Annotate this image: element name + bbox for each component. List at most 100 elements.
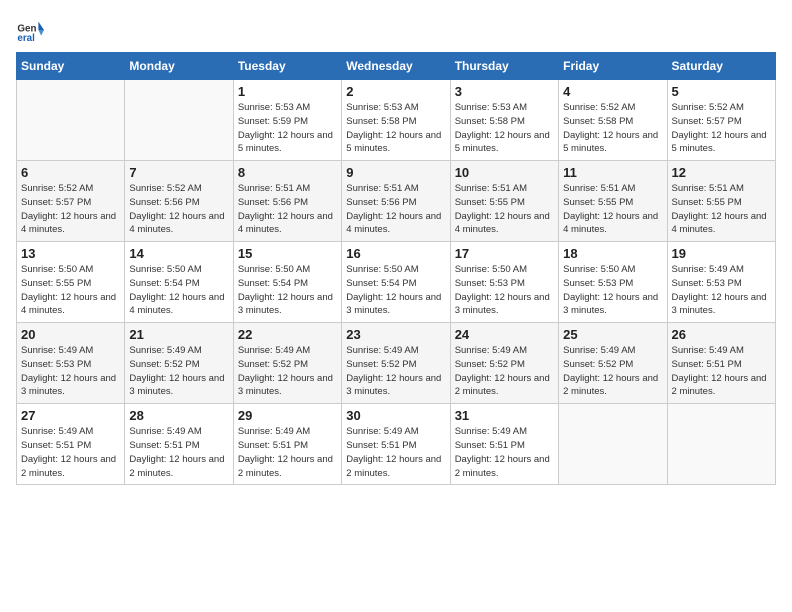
logo: Gen eral <box>16 16 48 44</box>
day-number: 13 <box>21 246 120 261</box>
day-info: Sunrise: 5:53 AM Sunset: 5:59 PM Dayligh… <box>238 101 337 156</box>
calendar-cell: 7Sunrise: 5:52 AM Sunset: 5:56 PM Daylig… <box>125 161 233 242</box>
calendar-cell: 28 Sunrise: 5:49 AM Sunset: 5:51 PM Dayli… <box>125 404 233 485</box>
day-info: Sunrise: 5:50 AM Sunset: 5:54 PM Dayligh… <box>346 263 445 318</box>
calendar-week-row: 13 Sunrise: 5:50 AM Sunset: 5:55 PM Dayli… <box>17 242 776 323</box>
day-info: Sunrise: 5:53 AM Sunset: 5:58 PM Dayligh… <box>455 101 554 156</box>
day-number: 8 <box>238 165 337 180</box>
calendar-week-row: 1 Sunrise: 5:53 AM Sunset: 5:59 PM Daylig… <box>17 80 776 161</box>
calendar-cell: 10Sunrise: 5:51 AM Sunset: 5:55 PM Dayli… <box>450 161 558 242</box>
day-info: Sunrise: 5:49 AM Sunset: 5:51 PM Dayligh… <box>346 425 445 480</box>
day-info: Sunrise: 5:50 AM Sunset: 5:55 PM Dayligh… <box>21 263 120 318</box>
calendar-cell: 31 Sunrise: 5:49 AM Sunset: 5:51 PM Dayli… <box>450 404 558 485</box>
day-number: 26 <box>672 327 771 342</box>
calendar-cell: 12 Sunrise: 5:51 AM Sunset: 5:55 PM Dayli… <box>667 161 775 242</box>
calendar-cell: 4 Sunrise: 5:52 AM Sunset: 5:58 PM Daylig… <box>559 80 667 161</box>
day-info: Sunrise: 5:51 AM Sunset: 5:55 PM Dayligh… <box>563 182 662 237</box>
day-info: Sunrise: 5:51 AM Sunset: 5:55 PM Dayligh… <box>672 182 771 237</box>
calendar-cell: 26 Sunrise: 5:49 AM Sunset: 5:51 PM Dayli… <box>667 323 775 404</box>
day-info: Sunrise: 5:50 AM Sunset: 5:53 PM Dayligh… <box>455 263 554 318</box>
day-info: Sunrise: 5:50 AM Sunset: 5:53 PM Dayligh… <box>563 263 662 318</box>
day-header-thursday: Thursday <box>450 53 558 80</box>
day-number: 12 <box>672 165 771 180</box>
day-number: 25 <box>563 327 662 342</box>
calendar-cell: 11 Sunrise: 5:51 AM Sunset: 5:55 PM Dayli… <box>559 161 667 242</box>
calendar-cell: 14 Sunrise: 5:50 AM Sunset: 5:54 PM Dayli… <box>125 242 233 323</box>
calendar-cell: 3 Sunrise: 5:53 AM Sunset: 5:58 PM Daylig… <box>450 80 558 161</box>
day-number: 6 <box>21 165 120 180</box>
calendar-cell <box>17 80 125 161</box>
day-number: 3 <box>455 84 554 99</box>
day-header-monday: Monday <box>125 53 233 80</box>
calendar-cell: 22 Sunrise: 5:49 AM Sunset: 5:52 PM Dayli… <box>233 323 341 404</box>
day-number: 2 <box>346 84 445 99</box>
day-number: 30 <box>346 408 445 423</box>
day-number: 20 <box>21 327 120 342</box>
day-info: Sunrise: 5:49 AM Sunset: 5:52 PM Dayligh… <box>238 344 337 399</box>
day-info: Sunrise: 5:51 AM Sunset: 5:56 PM Dayligh… <box>346 182 445 237</box>
calendar-table: SundayMondayTuesdayWednesdayThursdayFrid… <box>16 52 776 485</box>
day-info: Sunrise: 5:50 AM Sunset: 5:54 PM Dayligh… <box>238 263 337 318</box>
day-info: Sunrise: 5:49 AM Sunset: 5:52 PM Dayligh… <box>455 344 554 399</box>
day-info: Sunrise: 5:49 AM Sunset: 5:52 PM Dayligh… <box>563 344 662 399</box>
day-number: 31 <box>455 408 554 423</box>
day-info: Sunrise: 5:49 AM Sunset: 5:51 PM Dayligh… <box>672 344 771 399</box>
calendar-cell: 25 Sunrise: 5:49 AM Sunset: 5:52 PM Dayli… <box>559 323 667 404</box>
calendar-cell: 17 Sunrise: 5:50 AM Sunset: 5:53 PM Dayli… <box>450 242 558 323</box>
calendar-cell: 15 Sunrise: 5:50 AM Sunset: 5:54 PM Dayli… <box>233 242 341 323</box>
day-header-sunday: Sunday <box>17 53 125 80</box>
calendar-cell: 29 Sunrise: 5:49 AM Sunset: 5:51 PM Dayli… <box>233 404 341 485</box>
day-info: Sunrise: 5:52 AM Sunset: 5:57 PM Dayligh… <box>21 182 120 237</box>
day-number: 24 <box>455 327 554 342</box>
day-number: 17 <box>455 246 554 261</box>
calendar-header-row: SundayMondayTuesdayWednesdayThursdayFrid… <box>17 53 776 80</box>
logo-icon: Gen eral <box>16 16 44 44</box>
day-number: 18 <box>563 246 662 261</box>
day-number: 7 <box>129 165 228 180</box>
calendar-week-row: 6 Sunrise: 5:52 AM Sunset: 5:57 PM Daylig… <box>17 161 776 242</box>
day-number: 22 <box>238 327 337 342</box>
calendar-cell <box>667 404 775 485</box>
day-number: 4 <box>563 84 662 99</box>
calendar-cell: 20 Sunrise: 5:49 AM Sunset: 5:53 PM Dayli… <box>17 323 125 404</box>
calendar-cell: 24 Sunrise: 5:49 AM Sunset: 5:52 PM Dayli… <box>450 323 558 404</box>
day-info: Sunrise: 5:49 AM Sunset: 5:52 PM Dayligh… <box>346 344 445 399</box>
day-info: Sunrise: 5:52 AM Sunset: 5:57 PM Dayligh… <box>672 101 771 156</box>
day-number: 28 <box>129 408 228 423</box>
day-number: 15 <box>238 246 337 261</box>
calendar-cell: 5 Sunrise: 5:52 AM Sunset: 5:57 PM Daylig… <box>667 80 775 161</box>
day-number: 27 <box>21 408 120 423</box>
day-header-wednesday: Wednesday <box>342 53 450 80</box>
day-info: Sunrise: 5:49 AM Sunset: 5:52 PM Dayligh… <box>129 344 228 399</box>
calendar-cell: 2 Sunrise: 5:53 AM Sunset: 5:58 PM Daylig… <box>342 80 450 161</box>
day-number: 19 <box>672 246 771 261</box>
calendar-week-row: 20 Sunrise: 5:49 AM Sunset: 5:53 PM Dayli… <box>17 323 776 404</box>
day-info: Sunrise: 5:52 AM Sunset: 5:58 PM Dayligh… <box>563 101 662 156</box>
day-number: 14 <box>129 246 228 261</box>
calendar-cell: 30 Sunrise: 5:49 AM Sunset: 5:51 PM Dayli… <box>342 404 450 485</box>
day-header-tuesday: Tuesday <box>233 53 341 80</box>
calendar-cell: 21Sunrise: 5:49 AM Sunset: 5:52 PM Dayli… <box>125 323 233 404</box>
day-info: Sunrise: 5:49 AM Sunset: 5:51 PM Dayligh… <box>238 425 337 480</box>
day-info: Sunrise: 5:53 AM Sunset: 5:58 PM Dayligh… <box>346 101 445 156</box>
day-number: 5 <box>672 84 771 99</box>
day-number: 11 <box>563 165 662 180</box>
day-info: Sunrise: 5:49 AM Sunset: 5:53 PM Dayligh… <box>21 344 120 399</box>
calendar-cell <box>125 80 233 161</box>
day-number: 29 <box>238 408 337 423</box>
day-info: Sunrise: 5:51 AM Sunset: 5:56 PM Dayligh… <box>238 182 337 237</box>
calendar-cell <box>559 404 667 485</box>
day-number: 9 <box>346 165 445 180</box>
day-info: Sunrise: 5:49 AM Sunset: 5:53 PM Dayligh… <box>672 263 771 318</box>
day-info: Sunrise: 5:51 AM Sunset: 5:55 PM Dayligh… <box>455 182 554 237</box>
calendar-cell: 18 Sunrise: 5:50 AM Sunset: 5:53 PM Dayli… <box>559 242 667 323</box>
day-info: Sunrise: 5:50 AM Sunset: 5:54 PM Dayligh… <box>129 263 228 318</box>
day-info: Sunrise: 5:49 AM Sunset: 5:51 PM Dayligh… <box>455 425 554 480</box>
calendar-cell: 19 Sunrise: 5:49 AM Sunset: 5:53 PM Dayli… <box>667 242 775 323</box>
day-info: Sunrise: 5:49 AM Sunset: 5:51 PM Dayligh… <box>129 425 228 480</box>
day-number: 23 <box>346 327 445 342</box>
day-number: 1 <box>238 84 337 99</box>
calendar-cell: 13 Sunrise: 5:50 AM Sunset: 5:55 PM Dayli… <box>17 242 125 323</box>
calendar-cell: 23 Sunrise: 5:49 AM Sunset: 5:52 PM Dayli… <box>342 323 450 404</box>
day-number: 16 <box>346 246 445 261</box>
